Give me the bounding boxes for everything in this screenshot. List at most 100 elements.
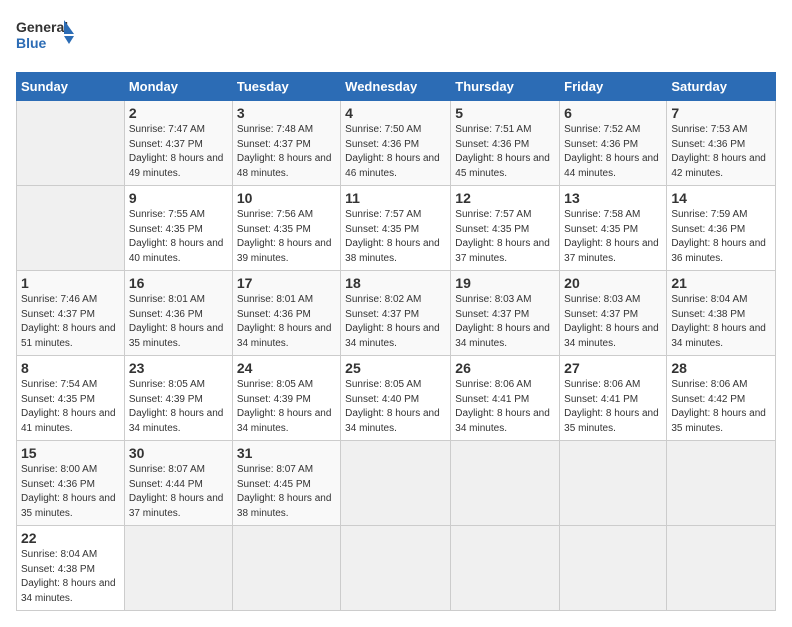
calendar-header-wednesday: Wednesday: [341, 73, 451, 101]
calendar-cell: [17, 101, 125, 186]
calendar-cell: [124, 526, 232, 611]
calendar-cell: 24 Sunrise: 8:05 AMSunset: 4:39 PMDayligh…: [232, 356, 340, 441]
day-number: 24: [237, 360, 336, 376]
day-number: 26: [455, 360, 555, 376]
day-info: Sunrise: 7:57 AMSunset: 4:35 PMDaylight:…: [455, 208, 555, 266]
day-info: Sunrise: 8:07 AMSunset: 4:44 PMDaylight:…: [129, 463, 228, 521]
svg-text:General: General: [16, 19, 68, 35]
calendar-cell: 17 Sunrise: 8:01 AMSunset: 4:36 PMDayligh…: [232, 271, 340, 356]
day-number: 19: [455, 275, 555, 291]
calendar-week-row: 15Sunrise: 8:00 AMSunset: 4:36 PMDayligh…: [17, 441, 776, 526]
calendar-cell: [667, 441, 776, 526]
calendar-week-row: 2Sunrise: 7:47 AMSunset: 4:37 PMDaylight…: [17, 101, 776, 186]
day-info: Sunrise: 8:06 AMSunset: 4:41 PMDaylight:…: [455, 378, 555, 436]
day-info: Sunrise: 7:53 AMSunset: 4:36 PMDaylight:…: [671, 123, 771, 181]
day-number: 23: [129, 360, 228, 376]
calendar-cell: [232, 526, 340, 611]
day-number: 21: [671, 275, 771, 291]
calendar-cell: 26 Sunrise: 8:06 AMSunset: 4:41 PMDayligh…: [451, 356, 560, 441]
svg-text:Blue: Blue: [16, 35, 47, 51]
day-number: 2: [129, 105, 228, 121]
day-info: Sunrise: 8:06 AMSunset: 4:42 PMDaylight:…: [671, 378, 771, 436]
day-number: 25: [345, 360, 446, 376]
day-info: Sunrise: 7:48 AMSunset: 4:37 PMDaylight:…: [237, 123, 336, 181]
calendar-header-monday: Monday: [124, 73, 232, 101]
day-info: Sunrise: 8:03 AMSunset: 4:37 PMDaylight:…: [564, 293, 662, 351]
calendar-cell: 20 Sunrise: 8:03 AMSunset: 4:37 PMDayligh…: [560, 271, 667, 356]
day-number: 15: [21, 445, 120, 461]
calendar-cell: 10 Sunrise: 7:56 AMSunset: 4:35 PMDayligh…: [232, 186, 340, 271]
day-number: 20: [564, 275, 662, 291]
calendar-week-row: 9 Sunrise: 7:55 AMSunset: 4:35 PMDaylight…: [17, 186, 776, 271]
calendar-cell: 1 Sunrise: 7:46 AMSunset: 4:37 PMDaylight…: [17, 271, 125, 356]
calendar-cell: 9 Sunrise: 7:55 AMSunset: 4:35 PMDaylight…: [124, 186, 232, 271]
day-number: 27: [564, 360, 662, 376]
calendar-cell: 12 Sunrise: 7:57 AMSunset: 4:35 PMDayligh…: [451, 186, 560, 271]
calendar-cell: 4 Sunrise: 7:50 AMSunset: 4:36 PMDaylight…: [341, 101, 451, 186]
day-number: 30: [129, 445, 228, 461]
calendar-header-friday: Friday: [560, 73, 667, 101]
day-info: Sunrise: 8:03 AMSunset: 4:37 PMDaylight:…: [455, 293, 555, 351]
calendar-cell: [451, 526, 560, 611]
day-info: Sunrise: 8:07 AMSunset: 4:45 PMDaylight:…: [237, 463, 336, 521]
calendar-cell: 18Sunrise: 8:02 AMSunset: 4:37 PMDayligh…: [341, 271, 451, 356]
day-number: 13: [564, 190, 662, 206]
calendar-cell: 22 Sunrise: 8:04 AMSunset: 4:38 PMDayligh…: [17, 526, 125, 611]
calendar-cell: 30 Sunrise: 8:07 AMSunset: 4:44 PMDayligh…: [124, 441, 232, 526]
calendar-cell: 16 Sunrise: 8:01 AMSunset: 4:36 PMDayligh…: [124, 271, 232, 356]
day-number: 9: [129, 190, 228, 206]
calendar-cell: [667, 526, 776, 611]
day-number: 8: [21, 360, 120, 376]
day-info: Sunrise: 7:59 AMSunset: 4:36 PMDaylight:…: [671, 208, 771, 266]
day-info: Sunrise: 7:51 AMSunset: 4:36 PMDaylight:…: [455, 123, 555, 181]
calendar-cell: [560, 526, 667, 611]
calendar-cell: [451, 441, 560, 526]
day-number: 12: [455, 190, 555, 206]
day-number: 4: [345, 105, 446, 121]
calendar-cell: 28 Sunrise: 8:06 AMSunset: 4:42 PMDayligh…: [667, 356, 776, 441]
calendar-header-row: SundayMondayTuesdayWednesdayThursdayFrid…: [17, 73, 776, 101]
calendar-cell: [17, 186, 125, 271]
calendar-cell: 19 Sunrise: 8:03 AMSunset: 4:37 PMDayligh…: [451, 271, 560, 356]
calendar-cell: 31 Sunrise: 8:07 AMSunset: 4:45 PMDayligh…: [232, 441, 340, 526]
day-info: Sunrise: 7:50 AMSunset: 4:36 PMDaylight:…: [345, 123, 446, 181]
logo-svg: General Blue: [16, 16, 76, 60]
day-number: 17: [237, 275, 336, 291]
calendar-cell: [341, 526, 451, 611]
day-info: Sunrise: 7:56 AMSunset: 4:35 PMDaylight:…: [237, 208, 336, 266]
day-info: Sunrise: 8:05 AMSunset: 4:40 PMDaylight:…: [345, 378, 446, 436]
day-info: Sunrise: 8:05 AMSunset: 4:39 PMDaylight:…: [237, 378, 336, 436]
header: General Blue: [16, 16, 776, 60]
calendar-header-thursday: Thursday: [451, 73, 560, 101]
calendar-cell: 25 Sunrise: 8:05 AMSunset: 4:40 PMDayligh…: [341, 356, 451, 441]
day-info: Sunrise: 8:01 AMSunset: 4:36 PMDaylight:…: [237, 293, 336, 351]
day-info: Sunrise: 7:46 AMSunset: 4:37 PMDaylight:…: [21, 293, 120, 351]
day-info: Sunrise: 7:55 AMSunset: 4:35 PMDaylight:…: [129, 208, 228, 266]
calendar-cell: 14 Sunrise: 7:59 AMSunset: 4:36 PMDayligh…: [667, 186, 776, 271]
calendar-week-row: 1 Sunrise: 7:46 AMSunset: 4:37 PMDaylight…: [17, 271, 776, 356]
calendar-week-row: 8Sunrise: 7:54 AMSunset: 4:35 PMDaylight…: [17, 356, 776, 441]
calendar-cell: 21Sunrise: 8:04 AMSunset: 4:38 PMDayligh…: [667, 271, 776, 356]
day-info: Sunrise: 8:06 AMSunset: 4:41 PMDaylight:…: [564, 378, 662, 436]
day-info: Sunrise: 8:05 AMSunset: 4:39 PMDaylight:…: [129, 378, 228, 436]
day-number: 28: [671, 360, 771, 376]
day-number: 10: [237, 190, 336, 206]
day-number: 6: [564, 105, 662, 121]
calendar-week-row: 22 Sunrise: 8:04 AMSunset: 4:38 PMDayligh…: [17, 526, 776, 611]
day-info: Sunrise: 8:04 AMSunset: 4:38 PMDaylight:…: [21, 548, 120, 606]
day-number: 31: [237, 445, 336, 461]
day-number: 14: [671, 190, 771, 206]
day-number: 16: [129, 275, 228, 291]
calendar-cell: [341, 441, 451, 526]
day-number: 5: [455, 105, 555, 121]
day-number: 22: [21, 530, 120, 546]
day-info: Sunrise: 7:52 AMSunset: 4:36 PMDaylight:…: [564, 123, 662, 181]
calendar-header-sunday: Sunday: [17, 73, 125, 101]
day-number: 3: [237, 105, 336, 121]
day-number: 11: [345, 190, 446, 206]
day-info: Sunrise: 8:01 AMSunset: 4:36 PMDaylight:…: [129, 293, 228, 351]
calendar-cell: 11Sunrise: 7:57 AMSunset: 4:35 PMDayligh…: [341, 186, 451, 271]
day-number: 1: [21, 275, 120, 291]
calendar-table: SundayMondayTuesdayWednesdayThursdayFrid…: [16, 72, 776, 611]
calendar-cell: 2Sunrise: 7:47 AMSunset: 4:37 PMDaylight…: [124, 101, 232, 186]
